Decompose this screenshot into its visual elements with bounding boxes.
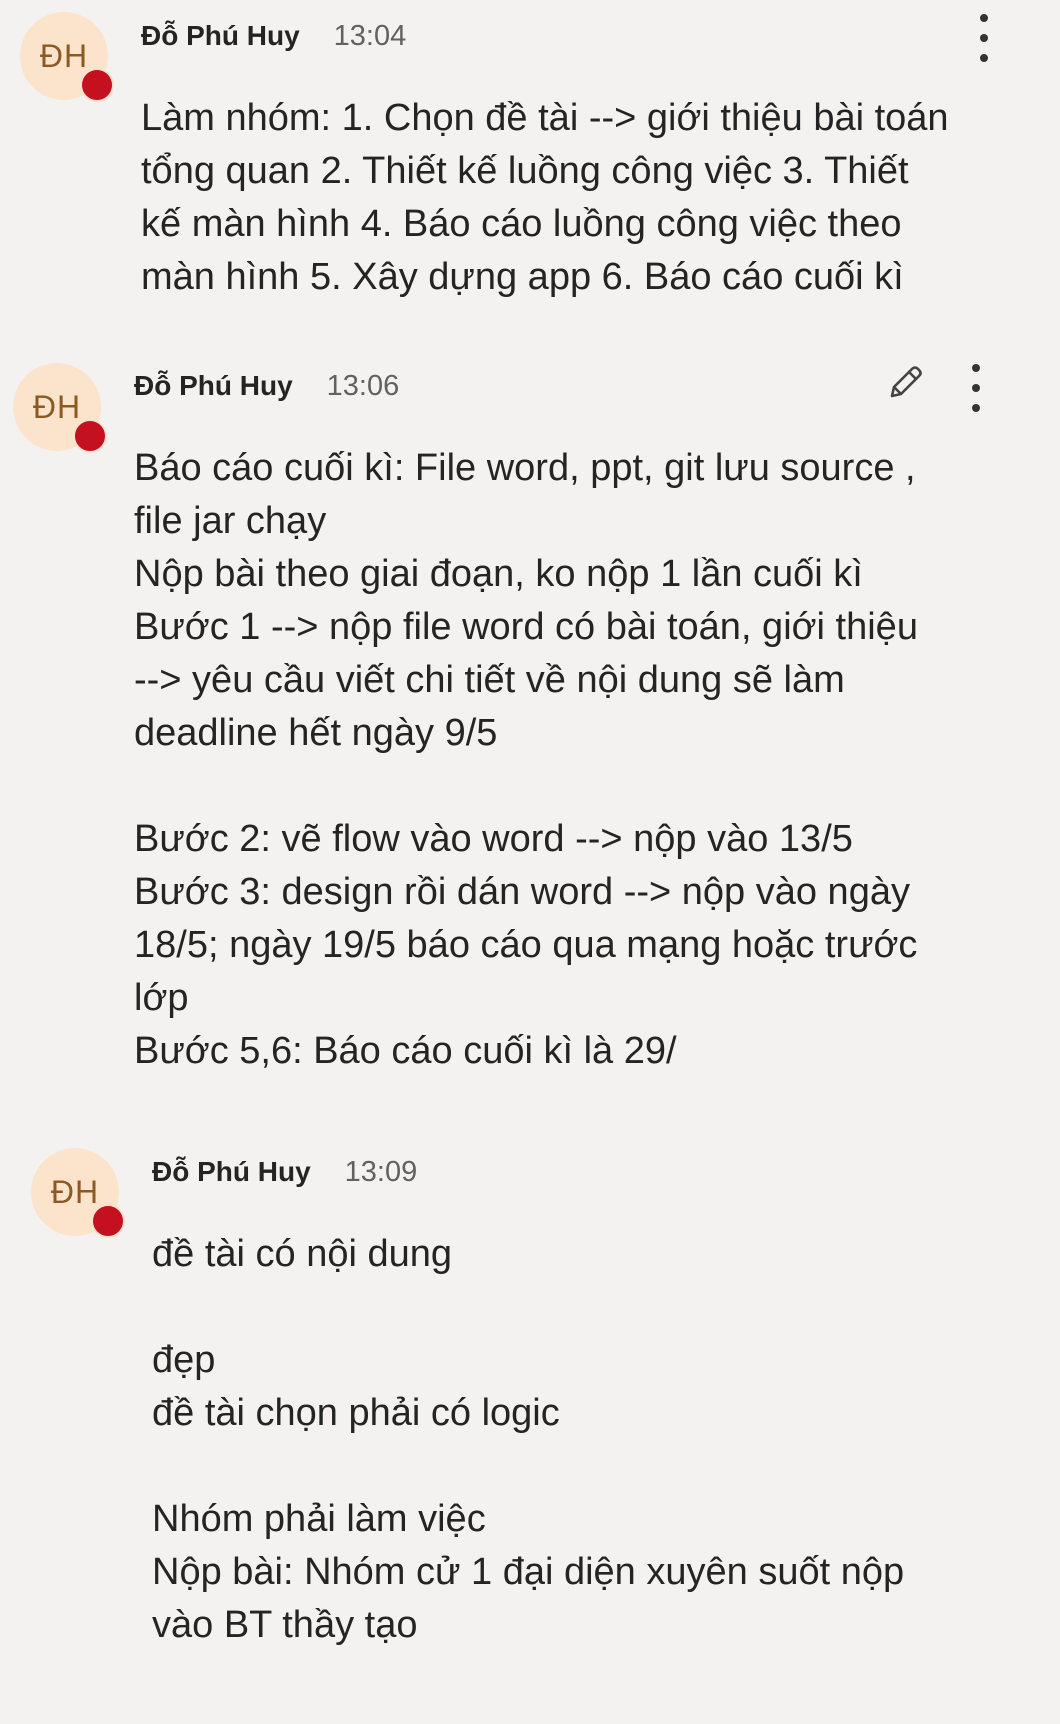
message-timestamp: 13:06	[326, 370, 400, 402]
avatar[interactable]: ĐH	[20, 12, 114, 102]
message-line	[134, 760, 918, 813]
avatar[interactable]: ĐH	[13, 363, 107, 453]
message-line: màn hình 5. Xây dựng app 6. Báo cáo cuối…	[141, 256, 904, 298]
message-line	[152, 1440, 904, 1493]
message-body: đề tài có nội dung đẹp đề tài chọn phải …	[152, 1228, 904, 1652]
message-line: Báo cáo cuối kì: File word, ppt, git lưu…	[134, 447, 916, 489]
message-line	[152, 1281, 904, 1334]
more-options-icon[interactable]	[972, 14, 996, 62]
message-line: Bước 5,6: Báo cáo cuối kì là 29/	[134, 1030, 677, 1072]
avatar-initials: ĐH	[50, 1173, 100, 1210]
author-name[interactable]: Đỗ Phú Huy	[152, 1156, 311, 1188]
avatar-initials: ĐH	[32, 388, 82, 425]
message-line: đề tài có nội dung	[152, 1233, 453, 1275]
chat-message[interactable]: ĐH Đỗ Phú Huy 13:06 Báo cáo cuối kì: Fil…	[0, 340, 1060, 1100]
message-line: lớp	[134, 977, 189, 1019]
message-timestamp: 13:09	[344, 1156, 418, 1188]
message-line: deadline hết ngày 9/5	[134, 712, 498, 754]
message-line: Làm nhóm: 1. Chọn đề tài --> giới thiệu …	[141, 97, 949, 139]
message-header: Đỗ Phú Huy 13:06	[134, 370, 399, 403]
message-line: Nộp bài theo giai đoạn, ko nộp 1 lần cuố…	[134, 553, 863, 595]
message-line: đề tài chọn phải có logic	[152, 1392, 560, 1434]
message-line: file jar chạy	[134, 500, 327, 542]
chat-message[interactable]: ĐH Đỗ Phú Huy 13:09 đề tài có nội dung đ…	[0, 1120, 1060, 1724]
message-line: kế màn hình 4. Báo cáo luồng công việc t…	[141, 203, 902, 245]
author-name[interactable]: Đỗ Phú Huy	[141, 20, 300, 52]
message-timestamp: 13:04	[333, 20, 407, 52]
presence-status-icon	[91, 1204, 125, 1238]
message-line: 18/5; ngày 19/5 báo cáo qua mạng hoặc tr…	[134, 924, 918, 966]
message-header: Đỗ Phú Huy 13:04	[141, 20, 406, 53]
chat-message[interactable]: ĐH Đỗ Phú Huy 13:04 Làm nhóm: 1. Chọn đề…	[0, 0, 1060, 320]
presence-status-icon	[73, 419, 107, 453]
message-line: Bước 2: vẽ flow vào word --> nộp vào 13/…	[134, 818, 853, 860]
message-line: Nộp bài: Nhóm cử 1 đại diện xuyên suốt n…	[152, 1551, 905, 1593]
avatar[interactable]: ĐH	[31, 1148, 125, 1238]
more-options-icon[interactable]	[964, 364, 988, 412]
message-line: Bước 1 --> nộp file word có bài toán, gi…	[134, 606, 918, 648]
message-line: đẹp	[152, 1339, 216, 1381]
message-line: tổng quan 2. Thiết kế luồng công việc 3.…	[141, 150, 909, 192]
presence-status-icon	[80, 68, 114, 102]
message-line: Bước 3: design rồi dán word --> nộp vào …	[134, 871, 910, 913]
message-body: Báo cáo cuối kì: File word, ppt, git lưu…	[134, 442, 918, 1078]
message-line: vào BT thầy tạo	[152, 1604, 418, 1646]
edit-pencil-icon[interactable]	[884, 362, 926, 404]
message-line: --> yêu cầu viết chi tiết về nội dung sẽ…	[134, 659, 845, 701]
message-header: Đỗ Phú Huy 13:09	[152, 1156, 417, 1189]
author-name[interactable]: Đỗ Phú Huy	[134, 370, 293, 402]
avatar-initials: ĐH	[39, 37, 89, 74]
message-body: Làm nhóm: 1. Chọn đề tài --> giới thiệu …	[141, 92, 949, 304]
message-line: Nhóm phải làm việc	[152, 1498, 486, 1540]
